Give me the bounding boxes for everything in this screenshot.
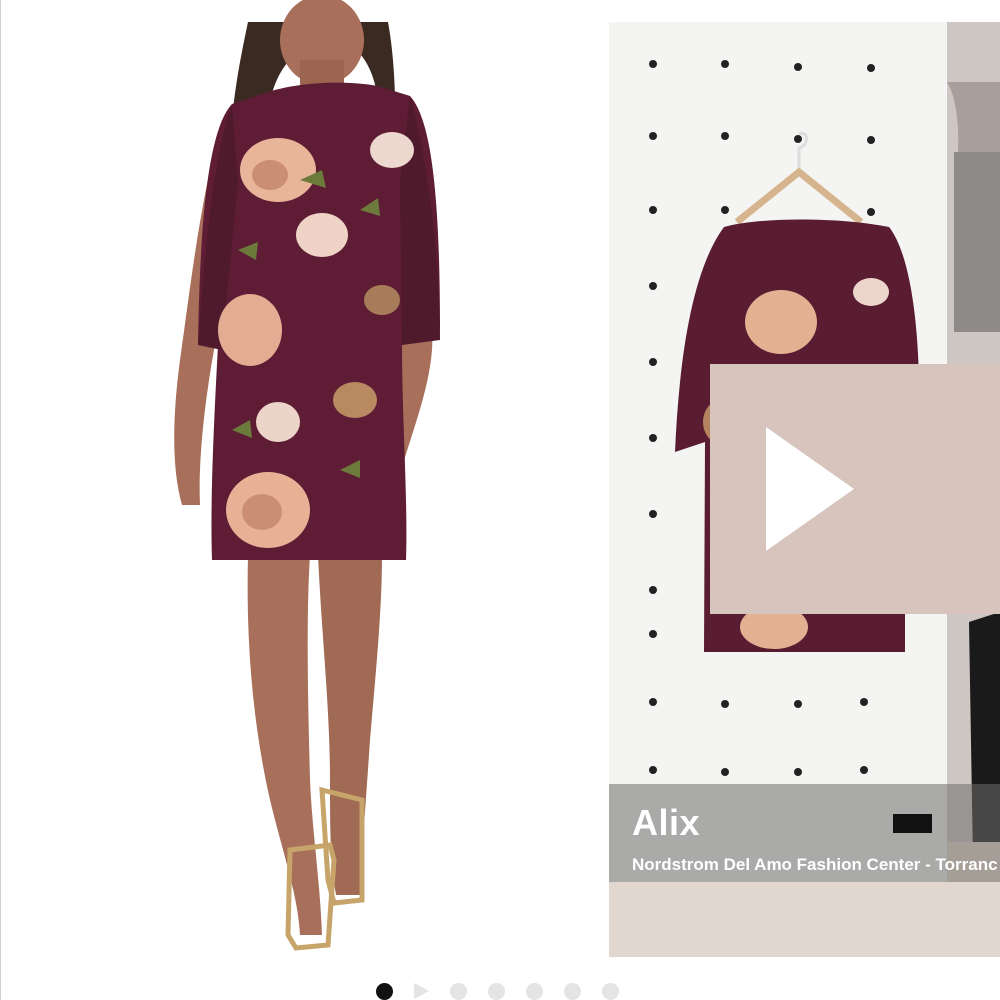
gallery-pagination: [376, 982, 619, 1000]
stylist-name: Alix: [632, 802, 701, 843]
pagination-dot[interactable]: [602, 982, 619, 1000]
video-play-overlay[interactable]: [710, 364, 1000, 614]
dress-model-image: [174, 0, 440, 951]
pagination-dot[interactable]: [526, 982, 543, 1000]
product-photo-main[interactable]: [0, 0, 600, 975]
pagination-dot[interactable]: [450, 982, 467, 1000]
pagination-dot[interactable]: [488, 982, 505, 1000]
store-location: Nordstrom Del Amo Fashion Center - Torra…: [632, 855, 998, 874]
product-image-gallery: Alix Nordstrom Del Amo Fashion Center - …: [0, 0, 1000, 1000]
pagination-dot-active[interactable]: [376, 982, 393, 1000]
pagination-video-icon[interactable]: [414, 983, 429, 999]
product-video-tile[interactable]: Alix Nordstrom Del Amo Fashion Center - …: [609, 22, 1000, 957]
video-caption-bar: Alix Nordstrom Del Amo Fashion Center - …: [609, 784, 1000, 882]
caption-badge: [893, 814, 932, 833]
play-icon[interactable]: [766, 427, 854, 551]
pagination-dot[interactable]: [564, 982, 581, 1000]
